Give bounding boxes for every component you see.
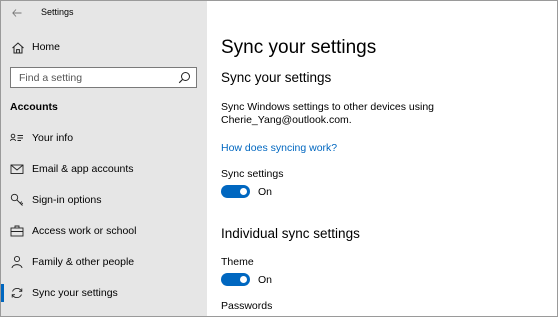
toggle-knob [240, 188, 247, 195]
settings-window: Settings Home Accounts Your info [0, 0, 558, 317]
home-icon [12, 42, 24, 54]
sidebar-item-access-work-school[interactable]: Access work or school [1, 219, 207, 243]
help-link[interactable]: How does syncing work? [221, 142, 337, 154]
main-content: Sync your settings Sync your settings Sy… [207, 1, 557, 316]
app-title: Settings [41, 7, 74, 17]
theme-toggle[interactable] [221, 273, 250, 286]
back-button[interactable] [9, 5, 25, 21]
search-box[interactable] [10, 67, 197, 88]
sidebar-item-label: Sign-in options [32, 194, 102, 206]
sidebar-item-label: Email & app accounts [32, 163, 134, 175]
sidebar-item-your-info[interactable]: Your info [1, 126, 207, 150]
mail-icon [10, 164, 24, 174]
sidebar-item-email-app-accounts[interactable]: Email & app accounts [1, 157, 207, 181]
theme-state: On [258, 274, 273, 286]
passwords-label: Passwords [221, 300, 273, 312]
description-line-1: Sync Windows settings to other devices u… [221, 101, 435, 113]
sidebar-item-label: Access work or school [32, 225, 137, 237]
sidebar-item-label: Family & other people [32, 256, 135, 268]
accounts-heading: Accounts [10, 101, 58, 113]
sidebar-item-label: Sync your settings [32, 287, 118, 299]
briefcase-icon [10, 225, 24, 237]
theme-label: Theme [221, 256, 254, 268]
sidebar-item-sync-your-settings[interactable]: Sync your settings [1, 281, 207, 305]
sidebar: Settings Home Accounts Your info [1, 1, 207, 316]
page-title: Sync your settings [221, 37, 377, 58]
sync-icon [11, 287, 23, 299]
key-icon [10, 193, 24, 206]
sidebar-item-sign-in-options[interactable]: Sign-in options [1, 188, 207, 212]
back-arrow-icon [12, 9, 22, 17]
sync-heading: Sync your settings [221, 70, 332, 85]
person-card-icon [10, 133, 23, 142]
description-line-2: Cherie_Yang@outlook.com. [221, 114, 352, 126]
sidebar-item-label: Your info [32, 132, 74, 144]
selection-indicator [1, 284, 4, 302]
search-input[interactable] [11, 68, 171, 87]
search-icon[interactable] [178, 71, 191, 84]
nav-home[interactable]: Home [1, 37, 207, 59]
title-bar: Settings [1, 1, 207, 25]
person-icon [11, 255, 23, 269]
sync-settings-toggle[interactable] [221, 185, 250, 198]
sidebar-item-family-other-people[interactable]: Family & other people [1, 250, 207, 274]
sync-settings-state: On [258, 186, 273, 198]
individual-sync-heading: Individual sync settings [221, 226, 360, 241]
nav-home-label: Home [32, 41, 61, 53]
sync-settings-label: Sync settings [221, 168, 284, 180]
toggle-knob [240, 276, 247, 283]
